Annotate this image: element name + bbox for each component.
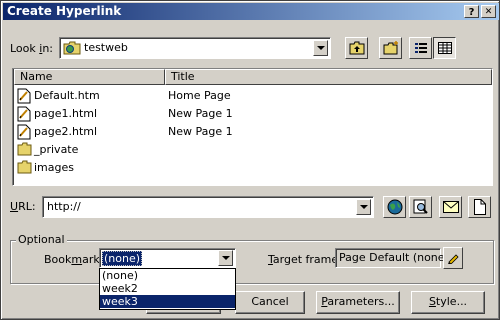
url-input[interactable]: http:// [47,200,81,213]
url-label: URL: [10,200,36,213]
chevron-down-icon [221,256,230,260]
target-frame-field: Page Default (none) [335,248,449,268]
bookmark-select[interactable]: (none) [99,248,236,268]
globe-icon [387,199,402,215]
email-link-button[interactable] [439,196,462,218]
chevron-down-icon [316,46,325,50]
new-page-icon [473,199,486,215]
look-in-dropdown-arrow[interactable] [313,40,328,56]
details-view-button[interactable] [433,37,456,59]
create-hyperlink-dialog: Create Hyperlink ? ✕ Look in: testweb Na… [0,0,500,320]
folder-name: _private [34,143,79,156]
search-file-icon [413,199,428,214]
browse-web-button[interactable] [383,196,406,218]
up-folder-icon [349,41,364,55]
bookmark-dropdown-arrow[interactable] [218,250,233,266]
url-combo[interactable]: http:// [42,196,374,218]
chevron-down-icon [359,205,368,209]
parameters-button[interactable]: Parameters... [316,291,400,314]
envelope-icon [442,201,459,213]
title-bar[interactable]: Create Hyperlink ? ✕ [3,3,499,20]
new-folder-button[interactable] [379,37,402,59]
folder-icon [17,160,32,180]
browse-file-button[interactable] [409,196,432,218]
list-view-button[interactable] [409,37,432,59]
cancel-button[interactable]: Cancel [235,291,305,314]
details-view-icon [437,42,452,54]
file-title: New Page 1 [168,107,233,120]
file-name: page1.html [34,107,98,120]
new-folder-icon [383,41,398,55]
file-list[interactable]: Name Title Default.htm Home Page page1.h… [12,68,493,186]
bookmark-option[interactable]: week2 [100,282,235,295]
bookmark-option[interactable]: (none) [100,269,235,282]
up-one-level-button[interactable] [345,37,368,59]
file-title: New Page 1 [168,125,233,138]
close-button[interactable]: ✕ [481,5,496,18]
list-view-icon [414,43,427,53]
look-in-value: testweb [84,41,128,54]
bookmark-dropdown-list[interactable]: (none) week2 week3 [99,268,236,310]
file-name: page2.html [34,125,98,138]
bookmark-option-highlighted[interactable]: week3 [100,295,235,308]
help-button[interactable]: ? [464,5,479,18]
file-name: Default.htm [34,89,100,102]
target-frame-value: Page Default (none) [339,251,449,264]
column-header-title[interactable]: Title [165,69,492,85]
new-page-button[interactable] [468,196,491,218]
file-title: Home Page [168,89,231,102]
bookmark-selected-value: (none) [102,251,143,266]
window-title: Create Hyperlink [7,4,122,18]
look-in-label: Look in: [10,42,54,55]
bookmark-label: Bookmark: [44,253,104,266]
pencil-icon [448,254,459,264]
look-in-combo[interactable]: testweb [59,37,331,59]
style-button[interactable]: Style... [411,291,485,314]
target-frame-button[interactable] [443,247,463,269]
folder-name: images [34,161,74,174]
column-header-name[interactable]: Name [14,69,165,85]
folder-icon [17,142,32,162]
web-folder-icon [63,41,81,58]
url-dropdown-arrow[interactable] [356,199,371,215]
optional-group-label: Optional [16,233,67,246]
target-frame-label: Target frame: [268,253,342,266]
